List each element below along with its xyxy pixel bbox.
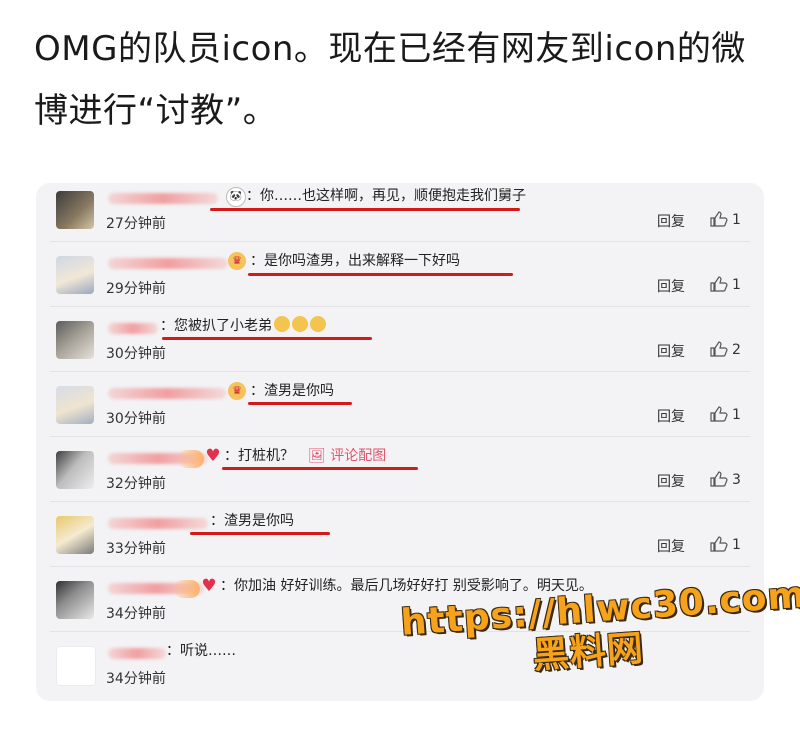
like-button[interactable]: 1 <box>710 276 741 293</box>
reply-button[interactable]: 回复 <box>657 276 685 296</box>
heart-icon: ♥ <box>205 446 221 466</box>
comment-row: ♥ ：打桩机？ 🖼 评论配图 32分钟前 回复 3 <box>50 443 750 502</box>
comment-text: ：渣男是你吗 <box>210 513 294 529</box>
comment-image-link[interactable]: 🖼 评论配图 <box>308 448 386 464</box>
dog-emoji-icon <box>274 316 290 332</box>
image-icon: 🖼 <box>308 448 331 464</box>
avatar[interactable] <box>56 256 94 294</box>
blurred-username <box>108 323 158 334</box>
comment-text: ：渣男是你吗 <box>250 383 334 399</box>
blurred-username <box>108 258 228 269</box>
avatar[interactable] <box>56 646 96 686</box>
thumbs-up-icon <box>710 406 728 422</box>
reply-button[interactable]: 回复 <box>657 341 685 361</box>
fire-icon <box>178 450 204 468</box>
like-button[interactable]: 2 <box>710 341 741 358</box>
comment-row: ：您被扒了小老弟 30分钟前 回复 2 <box>50 313 750 372</box>
avatar[interactable] <box>56 581 94 619</box>
avatar[interactable] <box>56 191 94 229</box>
like-count: 2 <box>732 342 741 358</box>
like-count: 1 <box>732 212 741 228</box>
comment-text: ：你……也这样啊，再见，顺便抱走我们舅子 <box>246 188 526 204</box>
like-button[interactable]: 1 <box>710 211 741 228</box>
fire-icon <box>174 580 200 598</box>
comment-text: ：打桩机？ 🖼 评论配图 <box>224 448 387 464</box>
like-count: 3 <box>732 472 741 488</box>
red-underline <box>248 273 513 276</box>
crown-icon: ♛ <box>228 382 246 400</box>
reply-button[interactable]: 回复 <box>657 406 685 426</box>
dog-emoji-icon <box>310 316 326 332</box>
blurred-username <box>108 648 166 659</box>
like-button[interactable]: 1 <box>710 536 741 553</box>
comment-row: ♛ ：是你吗渣男，出来解释一下好吗 29分钟前 回复 1 <box>50 248 750 307</box>
avatar[interactable] <box>56 516 94 554</box>
comment-time: 29分钟前 <box>106 281 166 297</box>
avatar[interactable] <box>56 321 94 359</box>
panda-icon: 🐼 <box>226 187 246 207</box>
avatar[interactable] <box>56 386 94 424</box>
like-count: 1 <box>732 537 741 553</box>
thumbs-up-icon <box>710 471 728 487</box>
comment-row: ♛ ：渣男是你吗 30分钟前 回复 1 <box>50 378 750 437</box>
comment-time: 34分钟前 <box>106 606 166 622</box>
comment-time: 34分钟前 <box>106 671 166 687</box>
comment-time: 30分钟前 <box>106 411 166 427</box>
crown-icon: ♛ <box>228 252 246 270</box>
red-underline <box>210 208 520 211</box>
thumbs-up-icon <box>710 536 728 552</box>
like-button[interactable]: 3 <box>710 471 741 488</box>
comment-text: ：是你吗渣男，出来解释一下好吗 <box>250 253 460 269</box>
headline: OMG的队员icon。现在已经有网友到icon的微博进行“讨教”。 <box>34 29 746 131</box>
blurred-username <box>108 193 218 204</box>
red-underline <box>190 532 330 535</box>
comment-time: 27分钟前 <box>106 216 166 232</box>
heart-icon: ♥ <box>201 576 217 596</box>
thumbs-up-icon <box>710 341 728 357</box>
comment-time: 30分钟前 <box>106 346 166 362</box>
reply-button[interactable]: 回复 <box>657 471 685 491</box>
comment-time: 33分钟前 <box>106 541 166 557</box>
dog-emoji-icon <box>292 316 308 332</box>
red-underline <box>248 402 352 405</box>
comment-row: ：渣男是你吗 33分钟前 回复 1 <box>50 508 750 567</box>
blurred-username <box>108 518 208 529</box>
red-underline <box>222 467 418 470</box>
comment-text: ：听说…… <box>166 643 236 659</box>
like-count: 1 <box>732 277 741 293</box>
reply-button[interactable]: 回复 <box>657 211 685 231</box>
comment-time: 32分钟前 <box>106 476 166 492</box>
reply-button[interactable]: 回复 <box>657 536 685 556</box>
like-count: 1 <box>732 407 741 423</box>
thumbs-up-icon <box>710 276 728 292</box>
blurred-username <box>108 388 226 399</box>
avatar[interactable] <box>56 451 94 489</box>
thumbs-up-icon <box>710 211 728 227</box>
red-underline <box>162 337 372 340</box>
comment-text: ：您被扒了小老弟 <box>160 316 326 336</box>
comment-row: 🐼 ：你……也这样啊，再见，顺便抱走我们舅子 27分钟前 回复 1 <box>50 183 750 242</box>
like-button[interactable]: 1 <box>710 406 741 423</box>
